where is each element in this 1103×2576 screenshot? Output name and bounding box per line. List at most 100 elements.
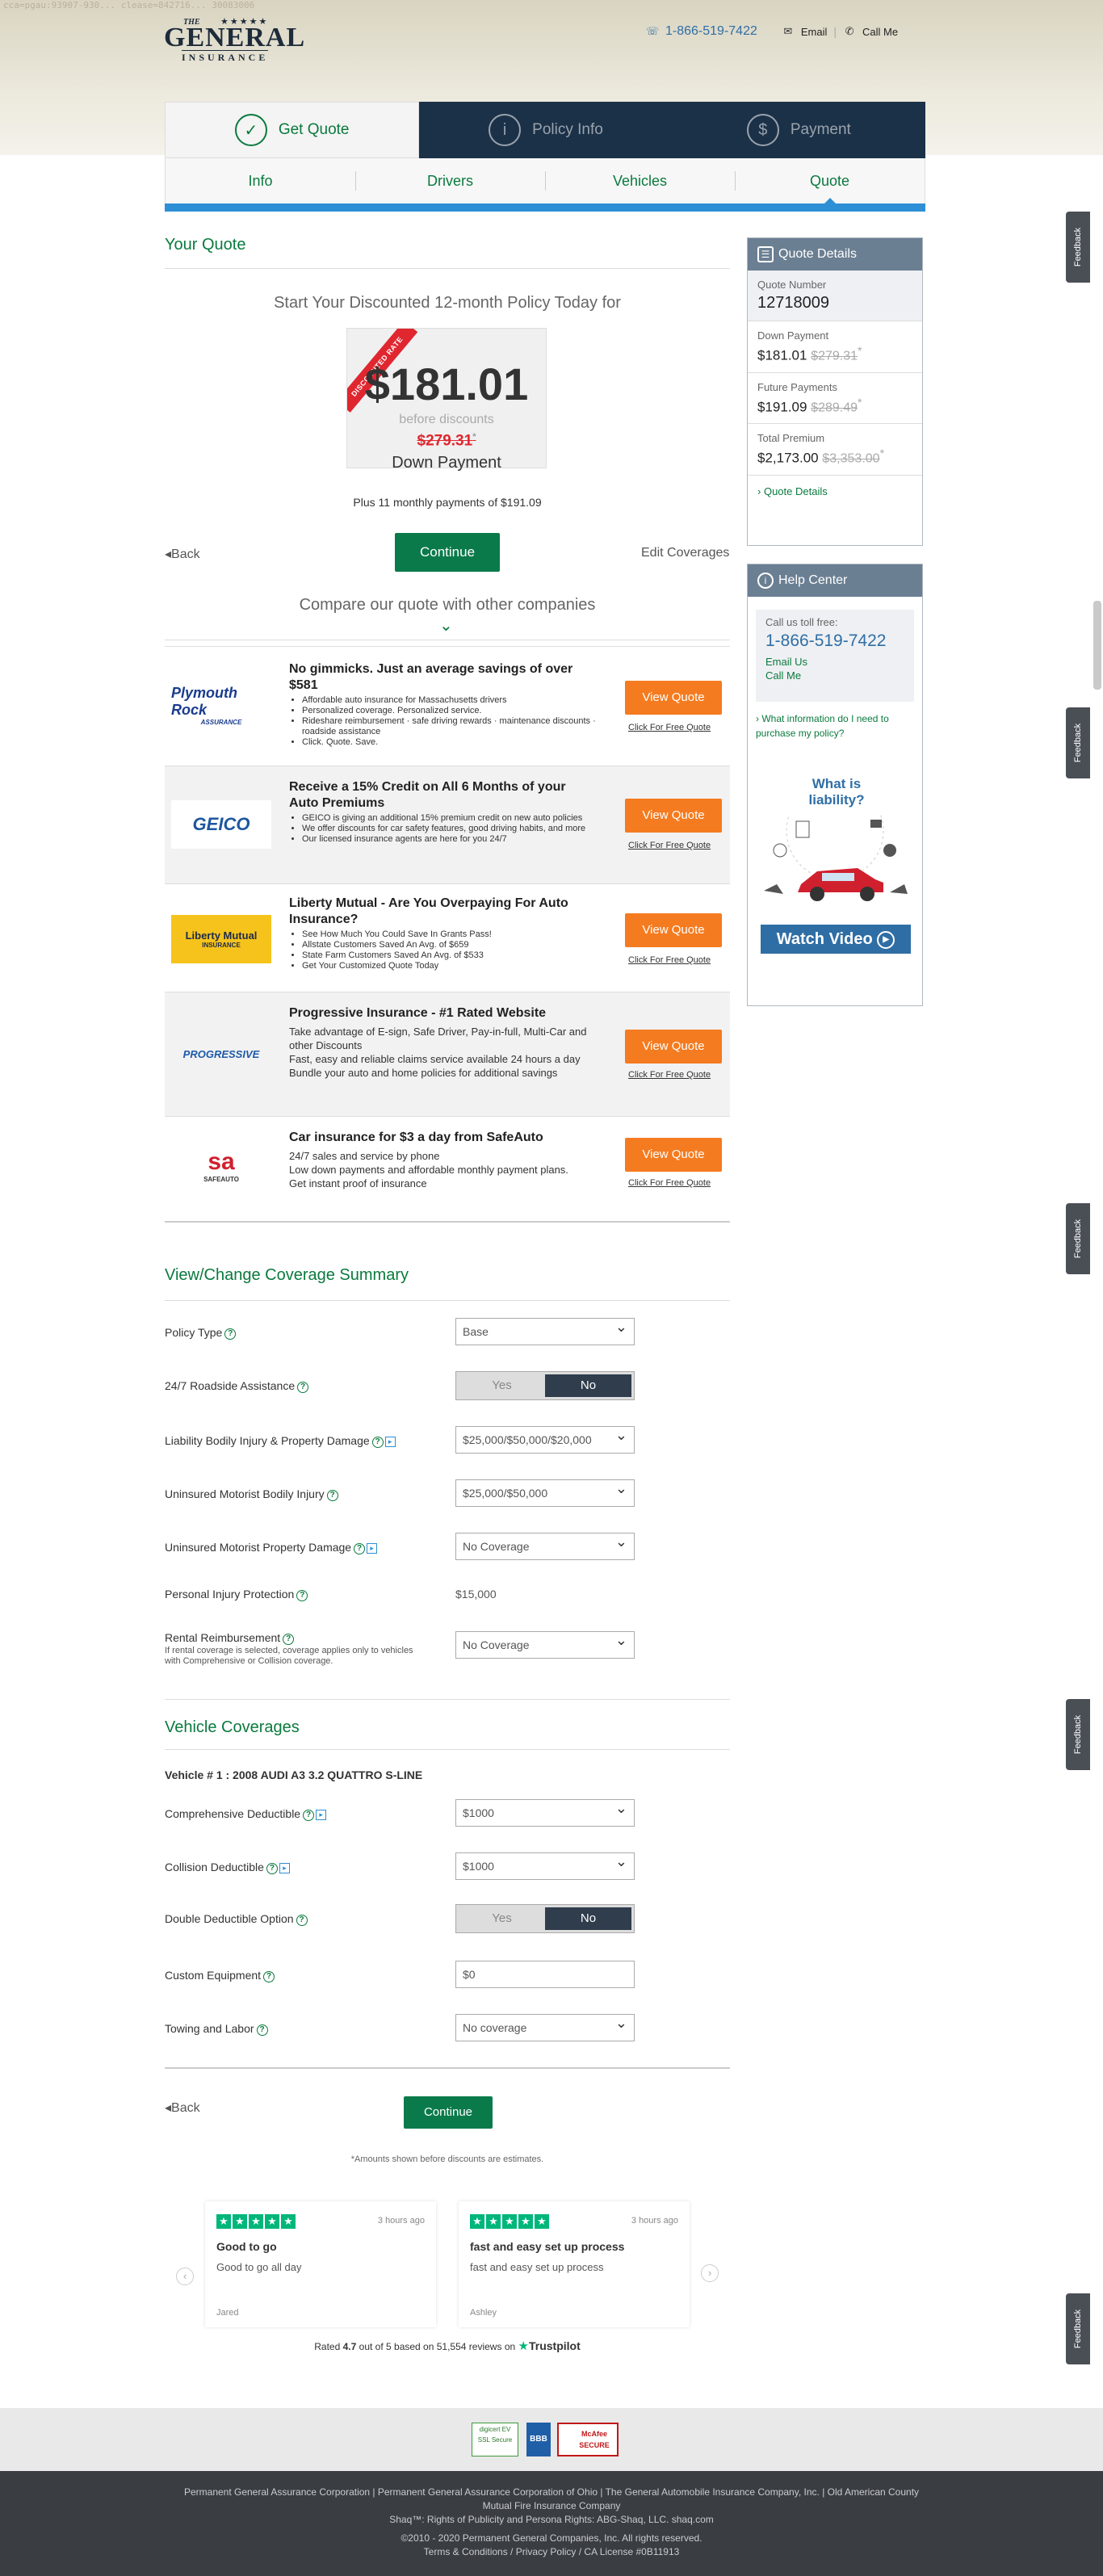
play-icon[interactable]: ▸ [384, 1437, 396, 1447]
quote-details-link[interactable]: Quote Details [764, 485, 828, 497]
trustpilot-logo[interactable]: Trustpilot [529, 2339, 581, 2352]
logo-sub: INSURANCE [202, 942, 241, 949]
feedback-tab[interactable]: Feedback [1066, 212, 1090, 283]
help-phone-link[interactable]: 1-866-519-7422 [765, 631, 904, 651]
toggle-no[interactable]: No [545, 1907, 631, 1930]
security-badges-bar: digicert EV SSL Secure BBB McAfee SECURE [0, 2408, 1103, 2471]
free-quote-link[interactable]: Click For Free Quote [628, 1070, 725, 1080]
tab-quote[interactable]: Quote [735, 158, 925, 204]
carousel-prev-button[interactable]: ‹ [176, 2268, 194, 2285]
step-policy-info[interactable]: i Policy Info [419, 102, 673, 158]
the-general-logo[interactable]: THE ★★★★★ GENERAL INSURANCE [164, 15, 309, 63]
header-phone-link[interactable]: 1-866-519-7422 [665, 24, 757, 39]
tab-drivers[interactable]: Drivers [355, 158, 545, 203]
bullet: Bundle your auto and home policies for a… [289, 1067, 558, 1079]
competitor-title: Liberty Mutual - Are You Overpaying For … [289, 896, 568, 926]
review-body: fast and easy set up process [470, 2261, 604, 2273]
label-text: Rental Reimbursement [165, 1631, 281, 1644]
help-icon[interactable]: ? [371, 1437, 384, 1448]
comprehensive-select[interactable]: $1000 [455, 1795, 635, 1827]
view-quote-button[interactable]: View Quote [625, 1138, 722, 1172]
value: $191.09 [757, 399, 807, 415]
help-icon[interactable]: ? [303, 1810, 315, 1821]
view-quote-button[interactable]: View Quote [625, 1030, 722, 1064]
review-card: ★ ★ ★ ★ ★ 3 hours ago Good to go Good to go … [205, 2201, 436, 2327]
help-icon[interactable]: ? [266, 1863, 278, 1874]
view-quote-button[interactable]: View Quote [625, 913, 722, 947]
continue-button[interactable]: Continue [395, 533, 500, 572]
competitor-title: No gimmicks. Just an average savings of … [289, 662, 573, 692]
geico-logo: GEICO [171, 800, 271, 849]
carousel-next-button[interactable]: › [701, 2264, 719, 2282]
coverage-summary-heading: View/Change Coverage Summary [165, 1266, 409, 1284]
rental-select[interactable]: No Coverage [455, 1627, 635, 1659]
step-payment[interactable]: $ Payment [672, 102, 925, 158]
review-card: ★ ★ ★ ★ ★ 3 hours ago fast and easy set up p… [459, 2201, 690, 2327]
help-icon[interactable]: ? [256, 2024, 268, 2036]
free-quote-link[interactable]: Click For Free Quote [628, 955, 725, 965]
play-icon[interactable]: ▸ [316, 1810, 327, 1820]
asterisk: * [879, 447, 885, 461]
policy-type-select[interactable]: Base [455, 1314, 635, 1345]
bullet: See How Much You Could Save In Grants Pa… [302, 929, 601, 940]
feedback-tab[interactable]: Feedback [1066, 1699, 1090, 1770]
free-quote-link[interactable]: Click For Free Quote [628, 1178, 725, 1188]
bottom-back-link[interactable]: ◂Back [165, 2100, 200, 2116]
help-email-link[interactable]: Email Us [765, 656, 904, 668]
bbb-badge[interactable]: BBB [526, 2423, 551, 2456]
help-icon[interactable]: ? [263, 1971, 275, 1982]
um-property-select[interactable]: No Coverage [455, 1529, 635, 1560]
view-quote-button[interactable]: View Quote [625, 799, 722, 833]
feedback-tab[interactable]: Feedback [1066, 2293, 1090, 2364]
liability-select[interactable]: $25,000/$50,000/$20,000 [455, 1422, 635, 1454]
help-callme-link[interactable]: Call Me [765, 669, 904, 682]
watch-video-button[interactable]: Watch Video ▶ [761, 925, 911, 954]
towing-select[interactable]: No coverage [455, 2010, 635, 2041]
help-icon[interactable]: ? [297, 1382, 309, 1393]
help-icon[interactable]: ? [283, 1634, 295, 1645]
play-icon[interactable]: ▸ [279, 1863, 290, 1873]
toggle-no[interactable]: No [545, 1374, 631, 1397]
free-quote-link[interactable]: Click For Free Quote [628, 841, 725, 850]
tab-info[interactable]: Info [166, 158, 355, 203]
start-policy-text: Start Your Discounted 12-month Policy To… [274, 294, 621, 312]
price-box: DISCOUNTED RATE $181.01 before discounts… [346, 328, 547, 468]
collision-select[interactable]: $1000 [455, 1848, 635, 1880]
field-label: Towing and Labor? [165, 2014, 268, 2043]
help-icon[interactable]: ? [354, 1543, 366, 1554]
feedback-tab[interactable]: Feedback [1066, 1203, 1090, 1274]
custom-equipment-input[interactable]: $0 [455, 1961, 635, 1988]
competitor-title: Receive a 15% Credit on All 6 Months of … [289, 780, 566, 810]
tab-vehicles[interactable]: Vehicles [545, 158, 735, 203]
feedback-tab[interactable]: Feedback [1066, 707, 1090, 778]
faq-text: What information do I need to purchase m… [756, 713, 889, 739]
step-get-quote[interactable]: ✓ Get Quote [165, 102, 420, 158]
help-icon[interactable]: ? [296, 1590, 308, 1601]
toggle-yes[interactable]: Yes [459, 1907, 545, 1930]
header-email-link[interactable]: Email [801, 26, 828, 38]
help-icon[interactable]: ? [326, 1490, 338, 1501]
bottom-continue-button[interactable]: Continue [404, 2096, 493, 2129]
help-icon[interactable]: ? [296, 1915, 308, 1926]
roadside-toggle[interactable]: Yes No [455, 1371, 635, 1400]
play-icon[interactable]: ▸ [367, 1543, 378, 1554]
faq-link[interactable]: › What information do I need to purchase… [756, 711, 917, 740]
field-label: Personal Injury Protection? [165, 1580, 308, 1609]
mcafee-badge[interactable]: McAfee SECURE [557, 2423, 619, 2456]
back-link[interactable]: ◂Back [165, 546, 200, 562]
tp-reviews-link[interactable]: 51,554 reviews [437, 2341, 502, 2352]
terms-link[interactable]: Terms & Conditions [424, 2546, 508, 2557]
privacy-link[interactable]: Privacy Policy [516, 2546, 577, 2557]
um-bodily-select[interactable]: $25,000/$50,000 [455, 1475, 635, 1507]
free-quote-link[interactable]: Click For Free Quote [628, 723, 725, 732]
digicert-badge[interactable]: digicert EV SSL Secure [472, 2423, 518, 2456]
bullet: Allstate Customers Saved An Avg. of $659 [302, 940, 601, 950]
edit-coverages-link[interactable]: Edit Coverages [641, 546, 729, 560]
help-icon[interactable]: ? [224, 1328, 237, 1340]
header-callme-link[interactable]: Call Me [862, 26, 898, 38]
scrollbar-thumb[interactable] [1093, 601, 1101, 690]
double-deductible-toggle[interactable]: Yes No [455, 1904, 635, 1933]
view-quote-button[interactable]: View Quote [625, 681, 722, 715]
field-label: Policy Type? [165, 1318, 237, 1347]
toggle-yes[interactable]: Yes [459, 1374, 545, 1397]
